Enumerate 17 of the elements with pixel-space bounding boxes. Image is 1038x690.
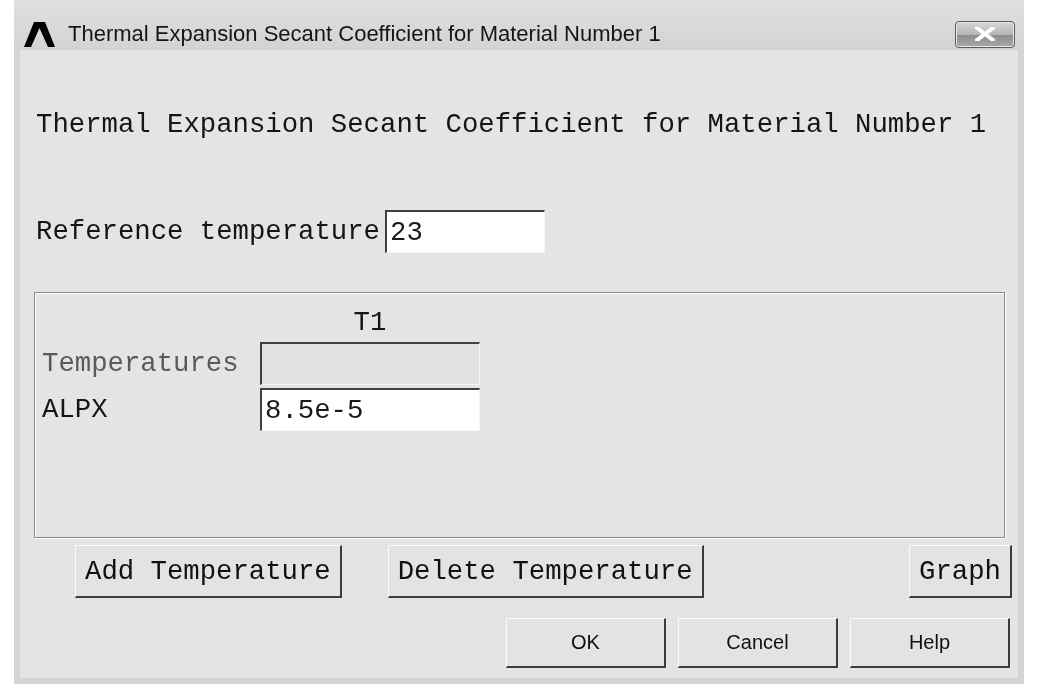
logo-icon xyxy=(24,21,55,47)
input-field[interactable]: 23 xyxy=(385,210,545,253)
table-button[interactable]: Graph xyxy=(909,545,1012,598)
dialog-heading: Thermal Expansion Secant Coefficient for Material Number 1 xyxy=(36,110,988,140)
window-title: Thermal Expansion Secant Coefficient for Material Number 1 xyxy=(68,21,662,47)
table-button[interactable]: Add Temperature xyxy=(75,545,342,598)
close-icon xyxy=(974,27,996,41)
table-button[interactable]: Delete Temperature xyxy=(387,545,704,598)
dialog-button[interactable]: Cancel xyxy=(678,618,838,668)
column-header: T1 xyxy=(352,308,388,339)
close-button[interactable] xyxy=(955,20,1015,48)
dialog-button[interactable]: Help xyxy=(850,618,1010,668)
dialog-button[interactable]: OK xyxy=(506,618,666,668)
row-label: ALPX xyxy=(42,394,109,425)
input-field[interactable]: 8.5e-5 xyxy=(260,388,480,431)
field-label: Reference temperature xyxy=(36,216,380,247)
row-label: Temperatures xyxy=(42,348,240,379)
